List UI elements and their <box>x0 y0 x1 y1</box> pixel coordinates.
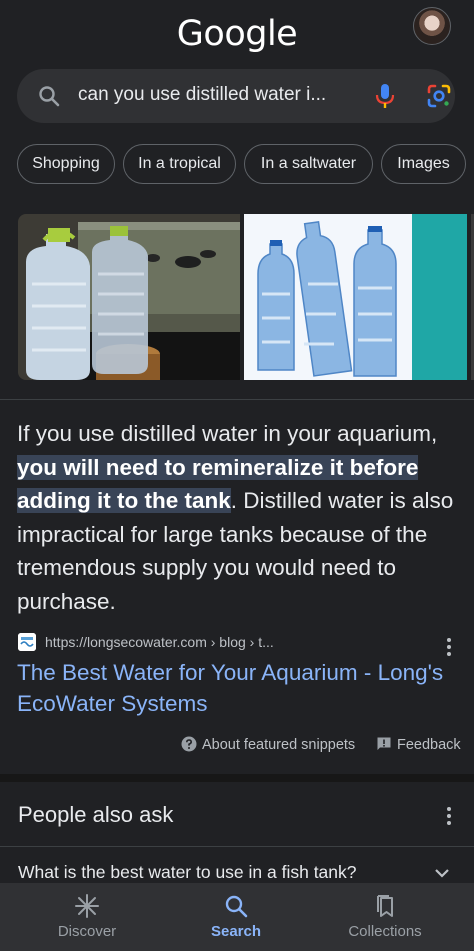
nav-collections[interactable]: Collections <box>310 883 460 951</box>
search-icon <box>39 86 60 107</box>
more-options-icon[interactable] <box>446 638 452 656</box>
avatar[interactable] <box>413 7 451 45</box>
chip-images[interactable]: Images <box>381 144 466 184</box>
feedback-link[interactable]: Feedback <box>376 736 461 753</box>
search-icon <box>225 895 248 918</box>
chip-shopping[interactable]: Shopping <box>17 144 115 184</box>
source-url: https://longsecowater.com › blog › t... <box>45 634 274 650</box>
about-featured-snippets[interactable]: About featured snippets <box>181 736 355 753</box>
bottom-navigation: Discover Search Collections <box>0 883 474 951</box>
snippet-footer: About featured snippets Feedback <box>0 736 474 756</box>
plastic-bottles-photo[interactable] <box>244 214 467 380</box>
image-carousel <box>0 214 474 380</box>
filter-chips: Shopping In a tropical In a saltwater Im… <box>17 144 474 184</box>
chevron-down-icon[interactable] <box>434 866 450 880</box>
nav-discover[interactable]: Discover <box>12 883 162 951</box>
search-bar[interactable]: can you use distilled water i... <box>17 69 455 123</box>
about-label: About featured snippets <box>202 737 356 753</box>
google-logo[interactable]: Google <box>0 14 474 54</box>
chip-in-a-tropical[interactable]: In a tropical <box>123 144 236 184</box>
snippet-before: If you use distilled water in your aquar… <box>17 421 438 446</box>
feedback-label: Feedback <box>397 737 461 753</box>
help-icon <box>181 736 197 752</box>
result-source[interactable]: https://longsecowater.com › blog › t... <box>18 633 458 656</box>
asterisk-icon <box>75 894 99 918</box>
featured-snippet-text: If you use distilled water in your aquar… <box>17 417 462 618</box>
result-title-link[interactable]: The Best Water for Your Aquarium - Long'… <box>17 657 467 719</box>
nav-search-label: Search <box>210 923 262 940</box>
site-favicon <box>18 633 36 651</box>
nav-search[interactable]: Search <box>161 883 311 951</box>
divider <box>0 399 474 400</box>
chip-in-a-saltwater[interactable]: In a saltwater <box>244 144 373 184</box>
paa-question[interactable]: What is the best water to use in a fish … <box>18 862 357 883</box>
divider <box>0 846 474 847</box>
paa-more-options-icon[interactable] <box>446 807 452 825</box>
microphone-icon[interactable] <box>373 82 397 110</box>
search-query[interactable]: can you use distilled water i... <box>78 84 348 106</box>
jug-and-aquarium-photo[interactable] <box>18 214 240 380</box>
google-lens-icon[interactable] <box>426 83 452 109</box>
bookmark-stack-icon <box>377 895 393 917</box>
nav-discover-label: Discover <box>57 923 117 940</box>
feedback-icon <box>377 737 391 750</box>
nav-collections-label: Collections <box>348 923 422 940</box>
section-separator <box>0 774 474 782</box>
header: Google <box>0 0 474 62</box>
people-also-ask-title: People also ask <box>18 802 174 827</box>
